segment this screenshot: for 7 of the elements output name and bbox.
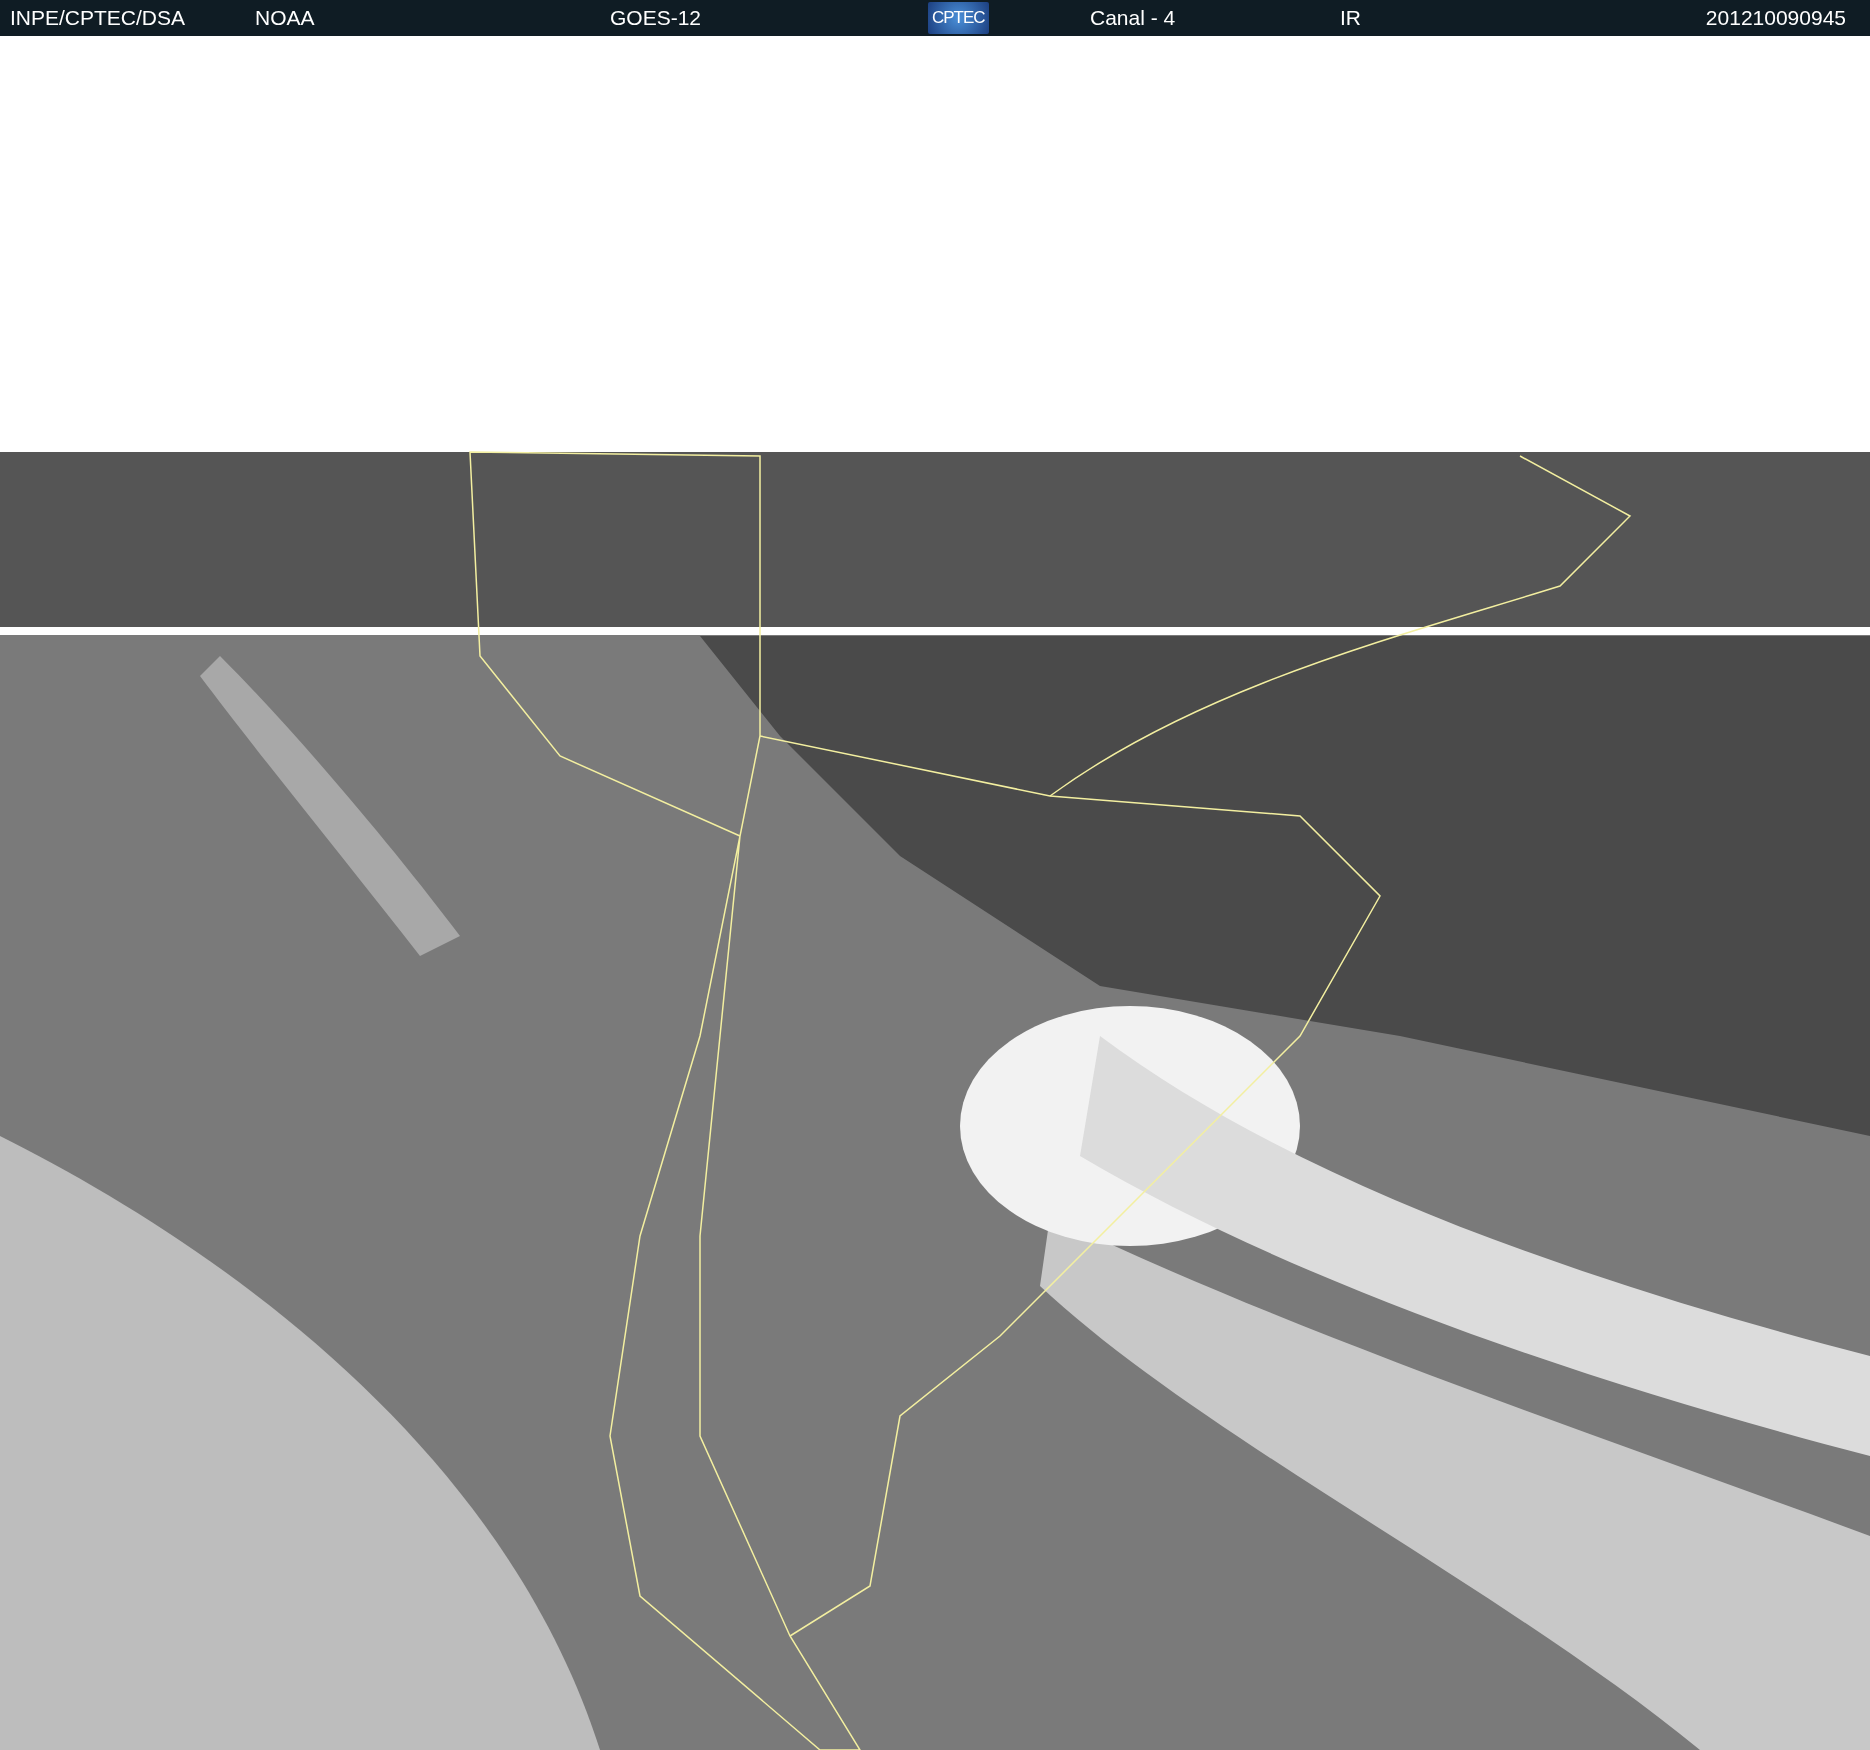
header-text: IR bbox=[1340, 6, 1361, 30]
header-text: NOAA bbox=[255, 6, 315, 30]
header-text: 201210090945 bbox=[1705, 6, 1846, 30]
header-text: INPE/CPTEC/DSA bbox=[10, 6, 186, 30]
header-text: Canal - 4 bbox=[1090, 6, 1176, 30]
logo: CPTEC bbox=[928, 2, 989, 34]
header-text: GOES-12 bbox=[610, 6, 702, 30]
